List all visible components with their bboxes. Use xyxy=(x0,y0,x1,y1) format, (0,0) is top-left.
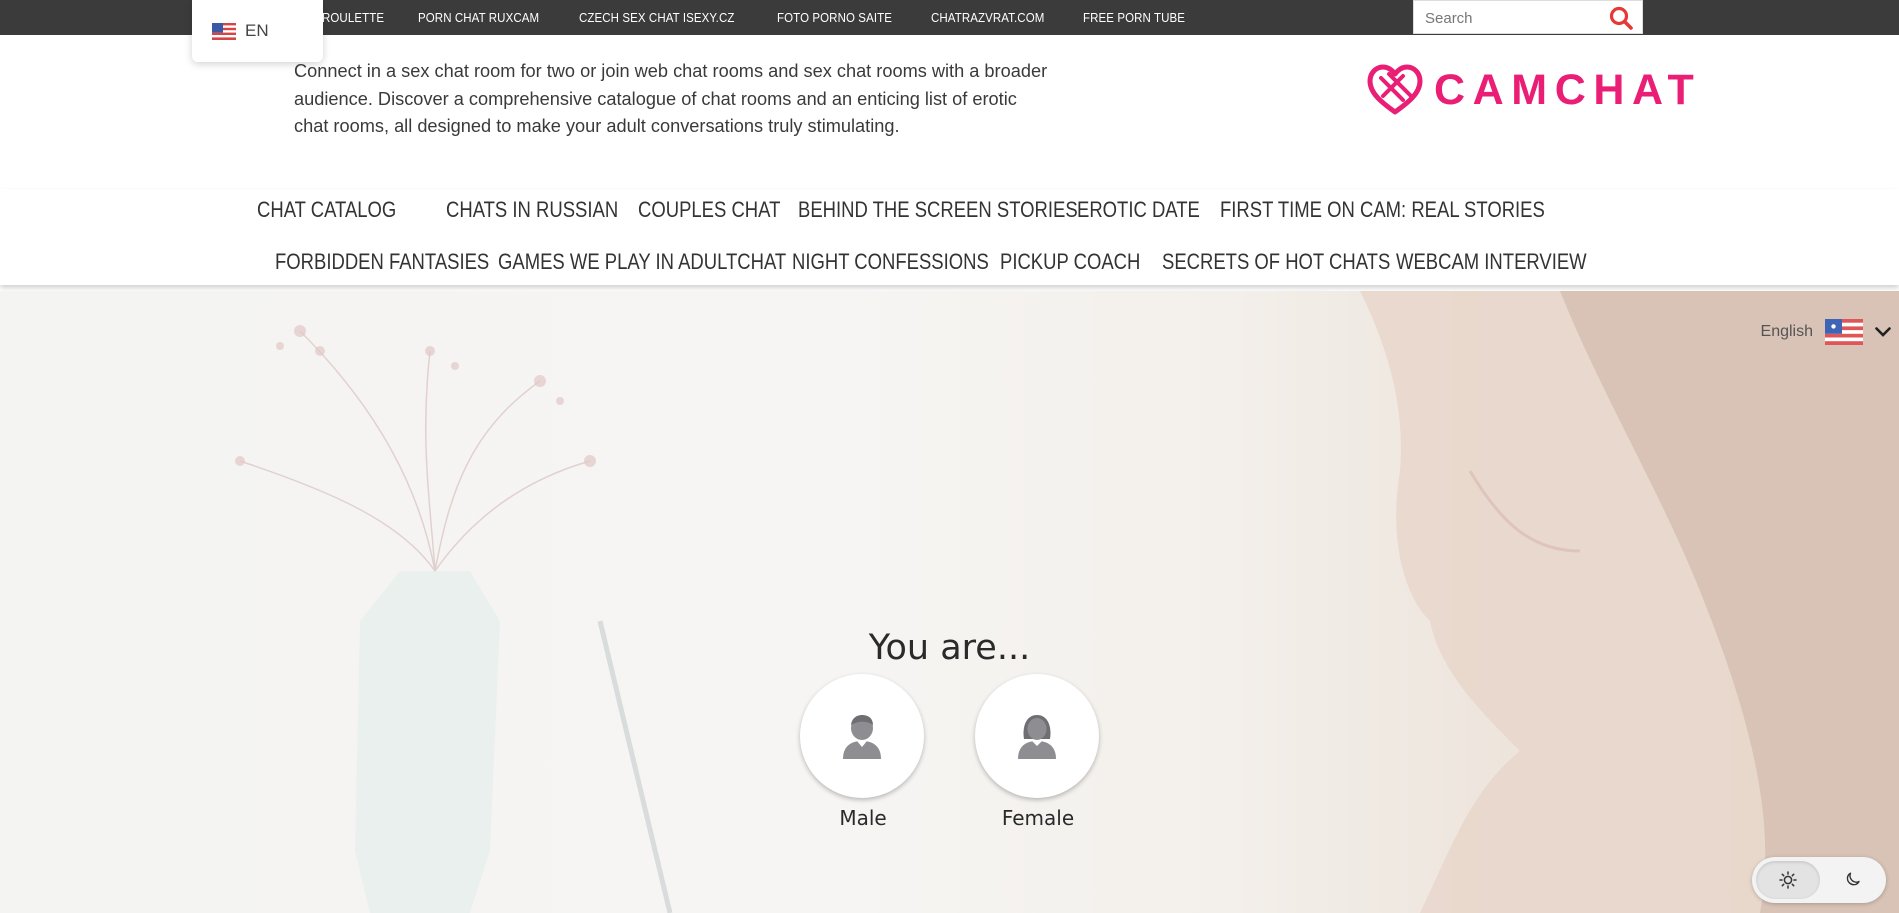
chevron-down-icon xyxy=(1875,327,1891,337)
nav-item-secrets-of-hot-chats[interactable]: Secrets of Hot Chats xyxy=(1162,249,1390,275)
nav-item-chats-in-russian[interactable]: Chats in Russian xyxy=(446,197,618,223)
nav-item-erotic-date[interactable]: Erotic Date xyxy=(1077,197,1200,223)
heart-logo-icon xyxy=(1367,64,1423,115)
search-icon[interactable] xyxy=(1608,6,1634,30)
moon-icon xyxy=(1846,872,1860,886)
nav-item-webcam-interview[interactable]: Webcam Interview xyxy=(1396,249,1587,275)
nav-item-forbidden-fantasies[interactable]: Forbidden Fantasies xyxy=(275,249,489,275)
main-nav: Chat Catalog Chats in Russian Couples Ch… xyxy=(0,189,1899,285)
male-option[interactable]: Male xyxy=(800,674,926,830)
female-label: Female xyxy=(1001,806,1075,830)
us-flag-icon xyxy=(1825,319,1863,345)
nav-item-pickup-coach[interactable]: Pickup Coach xyxy=(1000,249,1140,275)
site-intro: Connect in a sex chat room for two or jo… xyxy=(294,61,1048,136)
top-link-free-porn-tube[interactable]: Free Porn Tube xyxy=(1083,11,1185,25)
female-avatar-icon xyxy=(1018,715,1056,759)
top-links: Roulette Porn Chat RuxCam Czech Sex Chat… xyxy=(322,0,1223,35)
male-button[interactable] xyxy=(800,674,924,798)
hero-section: English You are... Male Female xyxy=(0,291,1899,913)
top-link-chatrazvrat[interactable]: ChatRazvrat.com xyxy=(931,11,1044,25)
male-avatar-icon xyxy=(843,715,881,759)
logo-text: CAMCHAT xyxy=(1434,66,1702,114)
language-select[interactable]: English xyxy=(1761,319,1891,345)
top-link-foto-porno[interactable]: Foto Porno Saite xyxy=(777,11,892,25)
nav-item-games-we-play[interactable]: Games We Play in AdultChat xyxy=(498,249,786,275)
nav-item-chat-catalog[interactable]: Chat Catalog xyxy=(257,197,416,223)
search-input[interactable] xyxy=(1423,7,1607,29)
nav-item-first-time-on-cam[interactable]: First Time on Cam: Real Stories xyxy=(1220,197,1545,223)
female-button[interactable] xyxy=(975,674,1099,798)
top-link-ruxcam[interactable]: Porn Chat RuxCam xyxy=(418,11,539,25)
male-label: Male xyxy=(839,806,887,830)
nav-item-couples-chat[interactable]: Couples Chat xyxy=(638,197,780,223)
female-option[interactable]: Female xyxy=(975,674,1101,830)
light-mode-button[interactable] xyxy=(1756,861,1820,899)
nav-item-behind-the-screen[interactable]: Behind the Screen Stories xyxy=(798,197,1078,223)
top-link-isexy[interactable]: Czech Sex Chat iSexy.cz xyxy=(579,11,734,25)
nav-row-1: Chat Catalog Chats in Russian Couples Ch… xyxy=(257,197,1545,223)
language-code: EN xyxy=(245,21,269,40)
hero-background-image xyxy=(235,291,1899,913)
us-flag-icon xyxy=(212,23,236,40)
language-switcher[interactable]: EN xyxy=(192,0,323,62)
gender-prompt: You are... xyxy=(868,628,1031,669)
dark-mode-button[interactable] xyxy=(1822,861,1882,899)
nav-row-2: Forbidden Fantasies Games We Play in Adu… xyxy=(275,249,1596,275)
nav-item-night-confessions[interactable]: Night Confessions xyxy=(792,249,989,275)
language-select-label: English xyxy=(1760,323,1813,340)
site-logo[interactable]: CAMCHAT xyxy=(1367,64,1694,118)
search-box xyxy=(1413,0,1643,34)
top-link-roulette[interactable]: Roulette xyxy=(322,11,384,25)
theme-toggle[interactable] xyxy=(1752,857,1886,903)
sun-icon xyxy=(1779,871,1797,889)
